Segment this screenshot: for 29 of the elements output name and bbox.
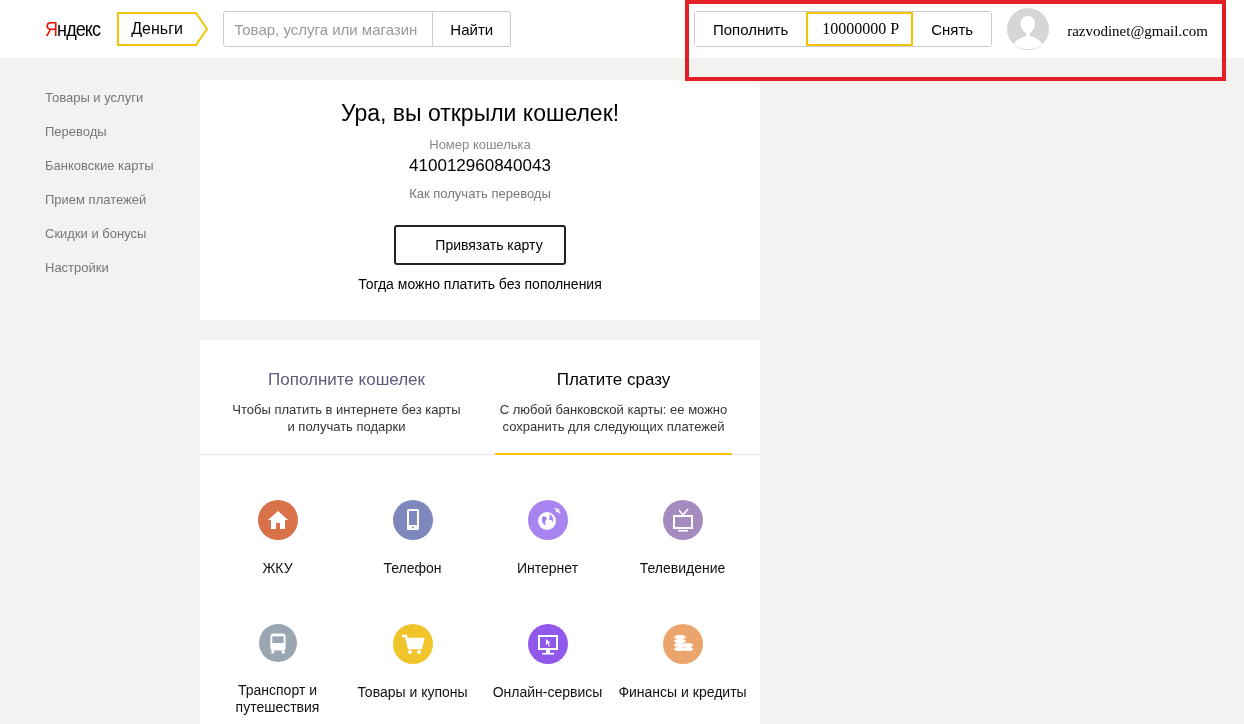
category-item[interactable]: Интернет bbox=[480, 500, 615, 592]
category-item[interactable]: Телевидение bbox=[615, 500, 750, 592]
category-item[interactable]: Онлайн-сервисы bbox=[480, 624, 615, 716]
logo[interactable]: Яндекс bbox=[45, 17, 101, 41]
avatar-icon[interactable] bbox=[1007, 8, 1050, 50]
category-item[interactable]: Финансы и кредиты bbox=[615, 624, 750, 716]
sidebar-item[interactable]: Настройки bbox=[45, 260, 200, 275]
service-tab[interactable]: Деньги bbox=[117, 12, 210, 46]
tab[interactable]: Платите сразу С любой банковской карты: ее можно сохранить для следующих платежей bbox=[495, 370, 732, 455]
tab[interactable]: Пополните кошелек Чтобы платить в интернете без карты и получать подарки bbox=[228, 370, 465, 455]
balance: 10000000 Р bbox=[806, 12, 914, 46]
sidebar-item[interactable]: Банковские карты bbox=[45, 158, 200, 173]
category-item[interactable]: Транспорт и путешествия bbox=[210, 624, 345, 716]
transfers-link[interactable]: Как получать переводы bbox=[409, 186, 551, 201]
wallet-number: 410012960840043 bbox=[409, 156, 551, 176]
hint-text: Тогда можно платить без пополнения bbox=[358, 276, 602, 292]
sidebar-item[interactable]: Товары и услуги bbox=[45, 90, 200, 105]
user-email[interactable]: razvodinet@gmail.com bbox=[1067, 22, 1208, 40]
bind-card-button[interactable]: Привязать карту bbox=[394, 225, 566, 265]
search-button[interactable]: Найти bbox=[433, 11, 512, 47]
category-item[interactable]: Телефон bbox=[345, 500, 480, 592]
card-title: Ура, вы открыли кошелек! bbox=[340, 100, 620, 127]
sidebar-item[interactable]: Скидки и бонусы bbox=[45, 226, 200, 241]
sidebar-item[interactable]: Прием платежей bbox=[45, 192, 200, 207]
sidebar-item[interactable]: Переводы bbox=[45, 124, 200, 139]
category-item[interactable]: Товары и купоны bbox=[345, 624, 480, 716]
search-field[interactable]: Товар, услуга или магазин bbox=[223, 11, 434, 47]
category-item[interactable]: ЖКУ bbox=[210, 500, 345, 592]
wallet-number-label: Номер кошелька bbox=[429, 137, 531, 152]
